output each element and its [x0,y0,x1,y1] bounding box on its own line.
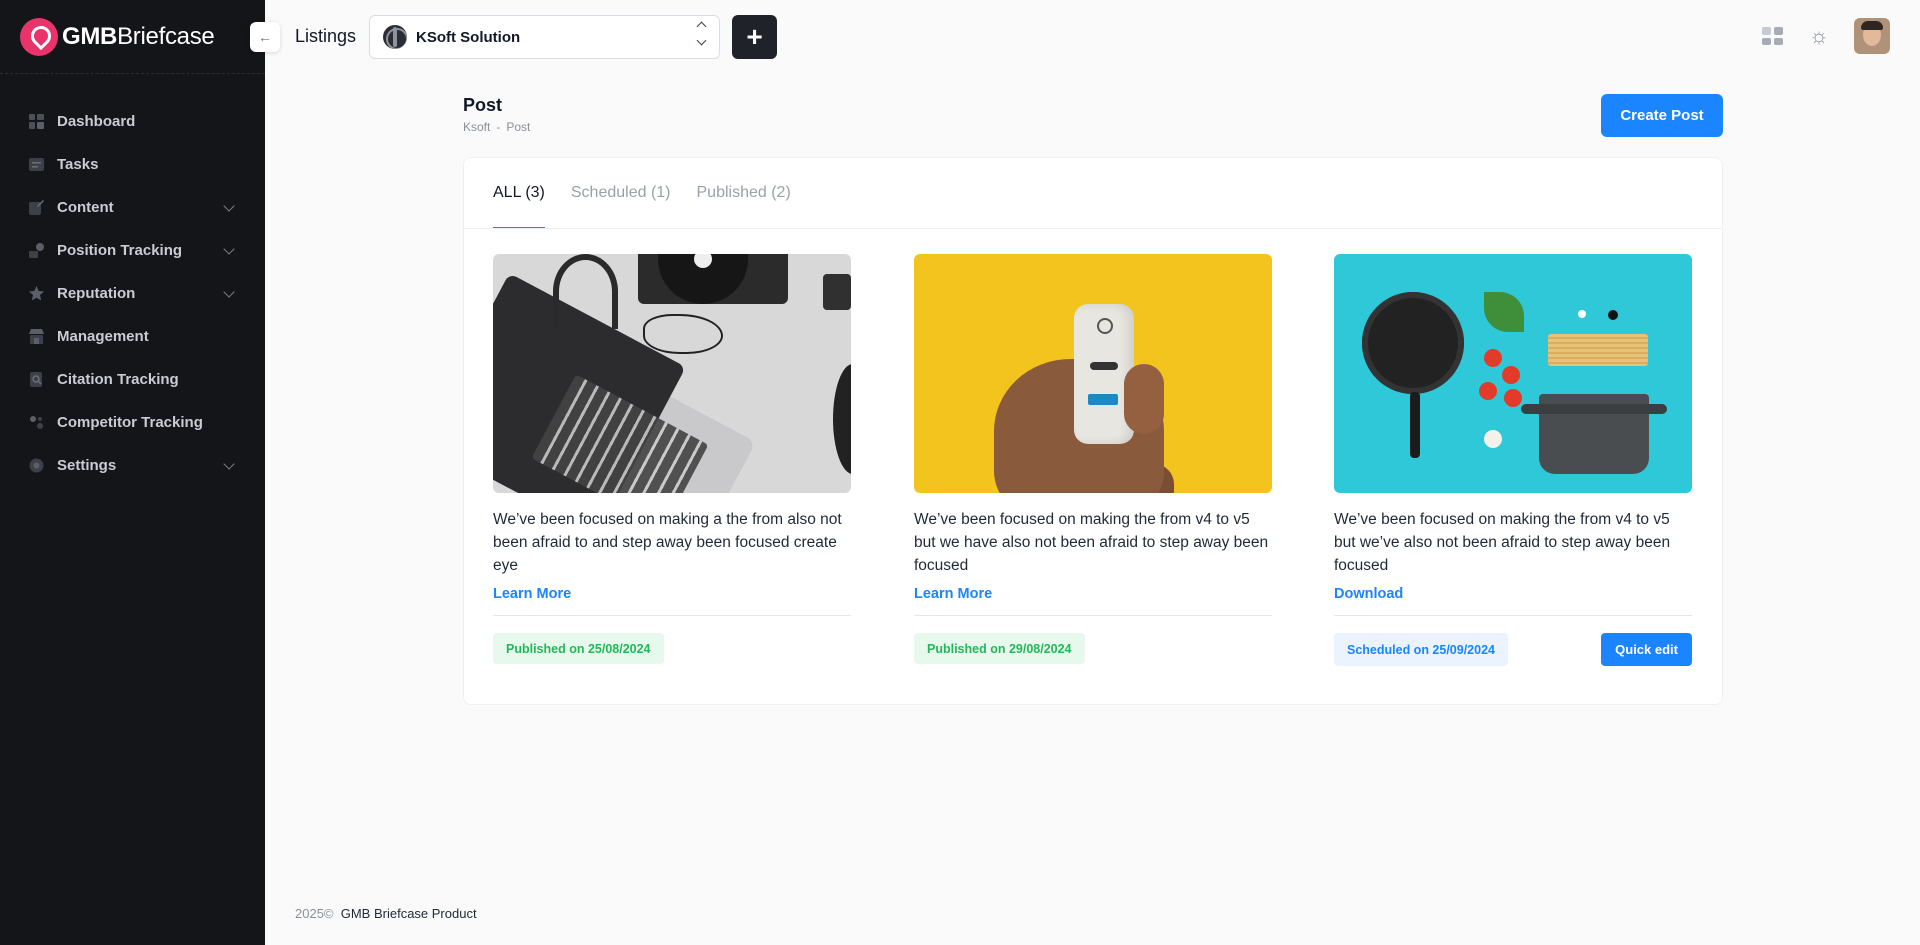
post-card: We’ve been focused on making the from v4… [914,254,1272,664]
sidebar-item-label: Competitor Tracking [57,414,203,431]
post-footer: Published on 29/08/2024 [914,633,1272,664]
post-divider [914,615,1272,616]
sidebar-item-label: Dashboard [57,113,136,130]
tabs-divider [464,228,1722,229]
learn-more-link[interactable]: Learn More [914,586,992,602]
post-divider [1334,615,1692,616]
status-badge: Published on 29/08/2024 [914,633,1085,664]
sidebar-item-settings[interactable]: Settings [0,444,265,487]
footer-year: 2025© [295,906,334,921]
topbar-actions: ☼ [1758,18,1890,54]
post-text: We’ve been focused on making a the from … [493,511,842,574]
breadcrumb: Ksoft - Post [463,120,530,134]
sidebar-item-label: Tasks [57,156,99,173]
add-listing-button[interactable]: + [732,15,777,59]
position-tracking-icon [29,243,44,258]
sidebar-item-position-tracking[interactable]: Position Tracking [0,229,265,272]
sidebar-nav: Dashboard Tasks Content Position Trackin… [0,100,265,487]
post-text: We’ve been focused on making the from v4… [914,511,1269,574]
theme-toggle-sun-icon[interactable]: ☼ [1806,23,1832,49]
sidebar-item-content[interactable]: Content [0,186,265,229]
selected-listing: KSoft Solution [416,28,521,46]
status-badge: Scheduled on 25/09/2024 [1334,633,1508,666]
post-image-kitchen[interactable] [1334,254,1692,493]
page-footer: 2025© GMB Briefcase Product [295,906,477,921]
posts-card: ALL (3) Scheduled (1) Published (2) We’v… [463,157,1723,705]
logo-pin-icon [20,17,58,56]
sidebar-item-label: Settings [57,457,117,474]
sidebar-item-label: Position Tracking [57,242,183,259]
sidebar-item-management[interactable]: Management [0,315,265,358]
post-divider [493,615,851,616]
brand-logo[interactable]: GMBBriefcase [0,0,265,74]
sidebar-item-label: Reputation [57,285,136,302]
sidebar-item-label: Management [57,328,149,345]
settings-icon [29,458,44,473]
post-text: We’ve been focused on making the from v4… [1334,511,1671,574]
footer-product-link[interactable]: GMB Briefcase Product [341,906,477,921]
status-badge: Published on 25/08/2024 [493,633,664,664]
citation-icon [30,372,42,387]
star-icon [29,286,44,301]
sidebar-item-label: Citation Tracking [57,371,179,388]
apps-grid-icon[interactable] [1758,23,1784,49]
breadcrumb-item: Post [506,120,531,134]
listing-globe-icon [383,25,407,49]
sidebar-collapse-button[interactable]: ← [250,22,280,52]
listing-select[interactable]: KSoft Solution [369,15,720,59]
create-post-button[interactable]: Create Post [1601,94,1723,137]
breadcrumb-separator: - [496,120,501,134]
store-icon [29,329,44,344]
post-tabs: ALL (3) Scheduled (1) Published (2) [493,158,791,229]
tasks-icon [29,158,44,171]
post-image-music-desk[interactable] [493,254,851,493]
tab-published[interactable]: Published (2) [697,158,791,228]
chevron-down-icon [223,242,235,255]
brand-name: GMBBriefcase [62,22,215,50]
breadcrumb-item[interactable]: Ksoft [463,120,490,134]
page-title: Post [463,95,503,115]
select-arrows-icon [696,21,707,46]
sidebar-item-tasks[interactable]: Tasks [0,143,265,186]
tab-all[interactable]: ALL (3) [493,158,545,229]
content-icon [29,200,44,215]
listings-label: Listings [295,26,357,46]
sidebar-item-citation-tracking[interactable]: Citation Tracking [0,358,265,401]
sidebar-item-label: Content [57,199,114,216]
chevron-down-icon [223,199,235,212]
arrow-left-icon: ← [258,29,272,45]
sidebar-item-dashboard[interactable]: Dashboard [0,100,265,143]
user-avatar[interactable] [1854,18,1890,54]
download-link[interactable]: Download [1334,586,1403,602]
tab-scheduled[interactable]: Scheduled (1) [571,158,671,228]
post-card: We’ve been focused on making a the from … [493,254,851,664]
post-image-charger[interactable] [914,254,1272,493]
topbar: ← Listings KSoft Solution + ☼ [250,0,1920,74]
sidebar-item-competitor-tracking[interactable]: Competitor Tracking [0,401,265,444]
dashboard-icon [29,114,44,129]
post-footer: Scheduled on 25/09/2024 Quick edit [1334,633,1692,666]
sidebar-item-reputation[interactable]: Reputation [0,272,265,315]
chevron-down-icon [223,457,235,470]
post-footer: Published on 25/08/2024 [493,633,851,664]
learn-more-link[interactable]: Learn More [493,586,571,602]
post-card: We’ve been focused on making the from v4… [1334,254,1692,666]
competitor-icon [30,416,43,429]
chevron-down-icon [223,285,235,298]
sidebar: GMBBriefcase Dashboard Tasks Content Pos… [0,0,265,945]
quick-edit-button[interactable]: Quick edit [1601,633,1692,666]
